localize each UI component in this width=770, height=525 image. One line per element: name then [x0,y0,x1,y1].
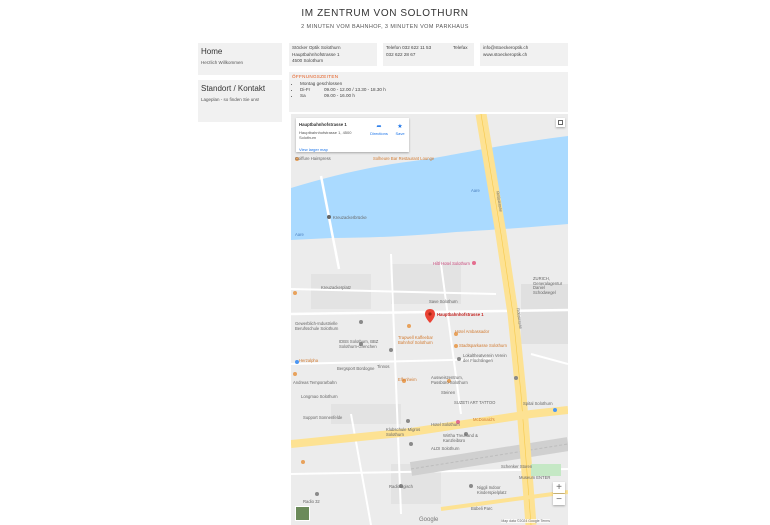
web-link[interactable]: www.stoeckeroptik.ch [483,52,565,59]
map-label: Gewerblich-Industrielle Berufsschule Sol… [295,321,339,331]
fullscreen-icon [558,120,563,125]
directions-label: Directions [370,131,388,136]
map-label: ALDI Solothurn [431,446,460,451]
email-link[interactable]: info@stoeckeroptik.ch [483,45,565,52]
google-map[interactable]: Hauptbahnhofstrasse 1 Hauptbahnhofstrass… [291,114,568,525]
company-name: Stöcker Optik Solothurn [292,45,341,50]
map-label: Kreuzackerbrücke [333,215,367,220]
map-label: Coiffure Hairspress [295,156,331,161]
sidebar-item-standort[interactable]: Standort / Kontakt Lageplan - so finden … [198,80,282,122]
zoom-in-button[interactable]: + [553,482,565,493]
city: 4500 Solothurn [292,58,324,64]
map-info-card: Hauptbahnhofstrasse 1 Hauptbahnhofstrass… [296,118,409,152]
map-label: Hiltl Hotel Solothurn [433,261,471,266]
page-subtitle: 2 MINUTEN VOM BAHNHOF, 3 MINUTEN VOM PAR… [301,24,469,30]
hours-time: 09.00 - 16.00 h [324,93,355,98]
page-header: IM ZENTRUM VON SOLOTHURN 2 MINUTEN VOM B… [0,6,770,30]
map-label: Longmao Solothurn [301,394,338,399]
hours-time: 09.00 - 12.00 / 13.30 - 18.30 h [324,87,386,92]
map-label: Aare [471,188,480,193]
save-label: Save [395,131,405,136]
map-label: Spital Solothurn [523,401,553,406]
email-block: info@stoeckeroptik.ch www.stoeckeroptik.… [480,43,568,66]
opening-hours: ÖFFNUNGSZEITEN Montag geschlossen Di-Fr0… [289,72,568,112]
card-address: Hauptbahnhofstrasse 1, 4500 Solothurn [299,130,352,140]
sidebar-nav: Home Herzlich Willkommen Standort / Kont… [198,43,282,127]
map-label: Lokaltheatverein Verein der Flüchtlingen [463,353,507,363]
sidebar-item-label: Standort / Kontakt [201,84,266,93]
fullscreen-button[interactable] [556,118,565,127]
map-label: Wirtha Treuhand & Kanzleibüro [443,433,478,443]
street: Hauptbahnhofstrasse 1 [292,51,340,57]
phone2-value[interactable]: 032 622 28 67 [386,52,415,57]
map-label: Bergsport Bordogne [337,366,375,371]
map-label: SUZETI ART TATTOO [454,400,496,405]
map-label: Radiologisch [389,484,413,489]
map-label: Kreuzackerplatz [321,285,352,290]
map-label: Niggli Indoor Kinderspielplatz [477,485,507,495]
save-button[interactable]: ★ Save [393,123,407,136]
map-label: Schenker Storen [501,464,533,469]
sidebar-item-label: Home [201,47,223,56]
map-label: Andreas Temporarbahn [293,380,337,385]
map-label: Radio 32 [303,499,320,504]
view-larger-map-link[interactable]: View larger map [299,147,328,152]
phone-value[interactable]: 032 622 11 53 [402,45,431,50]
sidebar-item-home[interactable]: Home Herzlich Willkommen [198,43,282,75]
satellite-toggle[interactable] [295,506,310,521]
map-label: Hotel Solothurn [431,422,460,427]
phone-label: Telefon [386,45,401,50]
map-label: Klubschule Migros Solothurn [386,427,421,437]
map-label: IDBS Solothurn, BBZ Solothurn-Grenchen [339,339,379,349]
map-label: Tinnos [377,364,390,369]
hours-heading: ÖFFNUNGSZEITEN [292,74,339,79]
fax-label: Telefax [453,45,468,50]
map-label: Elfenheim [398,377,417,382]
address-block: Stöcker Optik Solothurn Hauptbahnhofstra… [289,43,377,66]
directions-button[interactable]: ➦ Directions [368,123,390,136]
hours-day: Montag geschlossen [300,81,343,86]
map-pin-label: Hauptbahnhofstrasse 1 [437,312,484,317]
map-label: McDonald's [473,417,495,422]
sidebar-item-sublabel: Lageplan - so finden Sie uns! [201,97,260,102]
map-label: ZURICH, Generalagentur Daniel Schodwegel [533,276,563,295]
star-icon: ★ [397,124,403,130]
sidebar-item-sublabel: Herzlich Willkommen [201,60,244,65]
hours-list: Montag geschlossen Di-Fr09.00 - 12.00 / … [292,81,565,99]
google-logo: Google [419,517,439,523]
minus-icon: − [556,494,562,505]
map-label: Stadtsparkasse Solothurn [459,343,507,348]
map-label: Herzalpha [299,358,319,363]
card-title: Hauptbahnhofstrasse 1 [299,122,347,127]
map-label: Ausweiszentrum, Passbüro Solothurn [431,375,468,385]
directions-icon: ➦ [376,124,382,130]
page-title: IM ZENTRUM VON SOLOTHURN [301,8,469,19]
plus-icon: + [556,482,562,493]
map-label: Aare [295,232,304,237]
map-label: Hotel Ambassador [455,329,490,334]
map-label: Save Solothurn [429,299,458,304]
map-copyright[interactable]: Map data ©2024 Google Terms [501,519,550,523]
hours-day: Sa [300,93,306,98]
phone-block: Telefon 032 622 11 53 032 622 28 67 Tele… [383,43,474,66]
map-label: Trapwell Kaffeebar Bahnhof Solothurn [398,335,433,345]
zoom-out-button[interactable]: − [553,494,565,505]
map-label: Steinen [441,390,456,395]
map-label: Support Sonnenfelde [303,415,343,420]
hours-row: Sa 09.00 - 16.00 h [300,93,565,99]
map-label: Museum ENTER [519,475,551,480]
map-label: Solheure Bar Restaurant Lounge [373,156,435,161]
map-label: Bübeli Parc [471,506,493,511]
